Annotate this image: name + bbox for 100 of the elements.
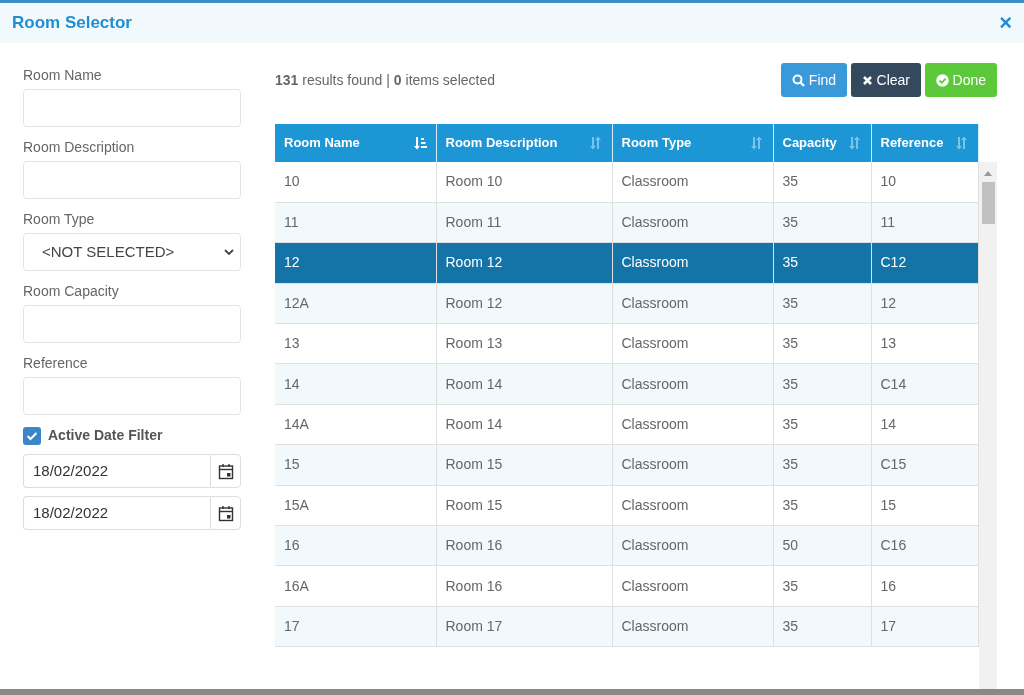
table-cell[interactable]: Classroom bbox=[612, 485, 773, 526]
sort-descending-icon bbox=[412, 136, 427, 150]
table-cell[interactable]: 15 bbox=[871, 485, 978, 526]
table-cell[interactable]: 16 bbox=[275, 525, 436, 566]
table-cell[interactable]: Classroom bbox=[612, 404, 773, 445]
scrollbar[interactable] bbox=[978, 162, 997, 689]
table-cell[interactable]: 15A bbox=[275, 485, 436, 526]
table-cell[interactable]: 35 bbox=[773, 404, 871, 445]
table-cell[interactable]: 10 bbox=[871, 162, 978, 203]
table-cell[interactable]: Classroom bbox=[612, 525, 773, 566]
table-cell[interactable]: Room 12 bbox=[436, 242, 612, 284]
sort-icon bbox=[847, 136, 862, 150]
table-cell[interactable]: Classroom bbox=[612, 606, 773, 647]
table-cell[interactable]: 50 bbox=[773, 525, 871, 566]
input-field[interactable] bbox=[23, 377, 241, 415]
table-cell[interactable]: 35 bbox=[773, 202, 871, 243]
table-cell[interactable]: C15 bbox=[871, 444, 978, 486]
field-label: Room Type bbox=[23, 210, 96, 229]
table-cell[interactable]: 11 bbox=[275, 202, 436, 243]
table-cell[interactable]: 35 bbox=[773, 606, 871, 647]
field-label: Reference bbox=[23, 354, 89, 373]
close-icon bbox=[861, 74, 873, 86]
close-button[interactable]: × bbox=[999, 12, 1012, 34]
table-cell[interactable]: Room 13 bbox=[436, 323, 612, 364]
table-cell[interactable]: 35 bbox=[773, 565, 871, 607]
table-cell[interactable]: Classroom bbox=[612, 242, 773, 284]
table-cell[interactable]: 12A bbox=[275, 283, 436, 324]
dropdown-field[interactable]: <NOT SELECTED> bbox=[23, 233, 241, 271]
table-cell[interactable]: 12 bbox=[871, 283, 978, 324]
calendar-button[interactable] bbox=[210, 496, 241, 530]
table-cell[interactable]: 35 bbox=[773, 444, 871, 486]
table-cell[interactable]: C14 bbox=[871, 363, 978, 405]
input-field[interactable] bbox=[23, 305, 241, 343]
scrollbar-thumb[interactable] bbox=[981, 182, 995, 224]
field-label: Room Name bbox=[23, 66, 103, 85]
table-cell[interactable]: 14 bbox=[275, 363, 436, 405]
field-label: Room Description bbox=[23, 138, 136, 157]
check-circle-icon bbox=[935, 73, 949, 87]
table-cell[interactable]: Classroom bbox=[612, 323, 773, 364]
table-cell[interactable]: 14 bbox=[871, 404, 978, 445]
date-field[interactable]: 18/02/2022 bbox=[23, 454, 210, 488]
table-cell[interactable]: Room 17 bbox=[436, 606, 612, 647]
table-cell[interactable]: Room 10 bbox=[436, 162, 612, 203]
table-cell[interactable]: Room 16 bbox=[436, 565, 612, 607]
calendar-button[interactable] bbox=[210, 454, 241, 488]
table-cell[interactable]: Classroom bbox=[612, 283, 773, 324]
table-cell[interactable]: 15 bbox=[275, 444, 436, 486]
table-cell[interactable]: 12 bbox=[275, 242, 436, 284]
window-title: Room Selector bbox=[12, 12, 132, 35]
calendar-icon bbox=[217, 462, 234, 480]
chevron-down-icon bbox=[223, 247, 235, 257]
column-header[interactable]: Room Type bbox=[612, 124, 773, 162]
table-cell[interactable]: Room 15 bbox=[436, 444, 612, 486]
table-cell[interactable]: 13 bbox=[275, 323, 436, 364]
column-header[interactable]: Capacity bbox=[773, 124, 871, 162]
input-field[interactable] bbox=[23, 161, 241, 199]
sort-icon bbox=[588, 136, 603, 150]
table-cell[interactable]: Room 16 bbox=[436, 525, 612, 566]
table-cell[interactable]: Classroom bbox=[612, 565, 773, 607]
table-cell[interactable]: 10 bbox=[275, 162, 436, 203]
checkbox-label: Active Date Filter bbox=[48, 426, 163, 445]
table-cell[interactable]: C12 bbox=[871, 242, 978, 284]
table-cell[interactable]: 35 bbox=[773, 485, 871, 526]
table-cell[interactable]: Classroom bbox=[612, 202, 773, 243]
search-icon bbox=[791, 73, 805, 87]
checkbox[interactable] bbox=[23, 426, 41, 445]
table-cell[interactable]: Classroom bbox=[612, 444, 773, 486]
sort-icon bbox=[749, 136, 764, 150]
table-cell[interactable]: Room 14 bbox=[436, 363, 612, 405]
column-header[interactable]: Room Description bbox=[436, 124, 612, 162]
table-cell[interactable]: 16 bbox=[871, 565, 978, 607]
table-cell[interactable]: 35 bbox=[773, 242, 871, 284]
table-cell[interactable]: Classroom bbox=[612, 363, 773, 405]
table-cell[interactable]: 35 bbox=[773, 363, 871, 405]
clear-button[interactable]: Clear bbox=[850, 63, 922, 97]
results-summary: 131 results found | 0 items selected bbox=[275, 70, 495, 90]
find-button[interactable]: Find bbox=[780, 63, 848, 97]
table-cell[interactable]: Room 12 bbox=[436, 283, 612, 324]
sort-icon bbox=[954, 136, 969, 150]
table-cell[interactable]: 17 bbox=[275, 606, 436, 647]
column-header[interactable]: Reference bbox=[871, 124, 978, 162]
date-field[interactable]: 18/02/2022 bbox=[23, 496, 210, 530]
table-cell[interactable]: Room 11 bbox=[436, 202, 612, 243]
table-cell[interactable]: 35 bbox=[773, 283, 871, 324]
table-cell[interactable]: Room 15 bbox=[436, 485, 612, 526]
table-cell[interactable]: 14A bbox=[275, 404, 436, 445]
checkmark-icon bbox=[26, 430, 38, 441]
table-cell[interactable]: 11 bbox=[871, 202, 978, 243]
table-cell[interactable]: 13 bbox=[871, 323, 978, 364]
table-cell[interactable]: Room 14 bbox=[436, 404, 612, 445]
table-cell[interactable]: 16A bbox=[275, 565, 436, 607]
calendar-icon bbox=[217, 504, 234, 522]
table-cell[interactable]: C16 bbox=[871, 525, 978, 566]
column-header[interactable]: Room Name bbox=[275, 124, 436, 162]
table-cell[interactable]: 35 bbox=[773, 323, 871, 364]
input-field[interactable] bbox=[23, 89, 241, 127]
field-label: Room Capacity bbox=[23, 282, 120, 301]
table-cell[interactable]: 35 bbox=[773, 162, 871, 203]
table-cell[interactable]: Classroom bbox=[612, 162, 773, 203]
table-cell[interactable]: 17 bbox=[871, 606, 978, 647]
